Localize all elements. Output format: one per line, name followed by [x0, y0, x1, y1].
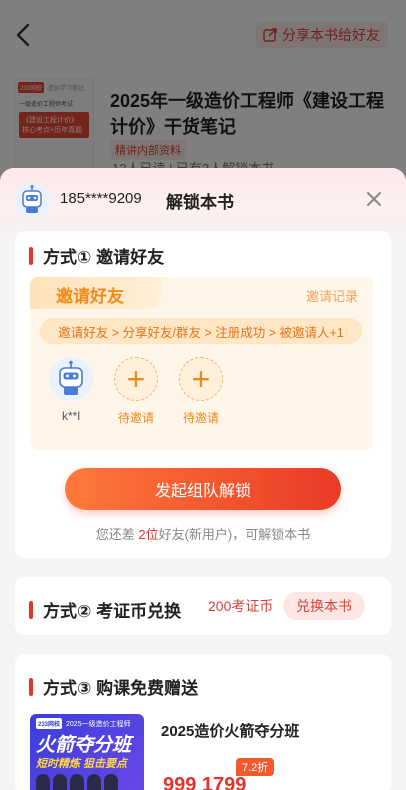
close-icon: [367, 192, 381, 206]
method-coin-card: 方式② 考证币兑换 200考证币 兑换本书: [15, 577, 391, 635]
method1-title: 方式① 邀请好友: [43, 248, 165, 267]
invite-tab: 邀请好友: [30, 277, 162, 309]
sheet-title: 解锁本书: [166, 193, 234, 212]
method2-title: 方式② 考证币兑换: [43, 602, 182, 621]
course-price: 999 1799: [163, 774, 247, 790]
section-marker: [29, 246, 33, 265]
close-button[interactable]: [364, 189, 384, 209]
start-team-unlock-button[interactable]: 发起组队解锁: [65, 468, 341, 510]
method-course-card: 方式③ 购课免费赠送 233网校 2025一级造价工程师 火箭夺分班 短时精炼 狙…: [15, 654, 391, 790]
method-invite-card: 方式① 邀请好友 邀请好友 邀请记录 邀请好友 > 分享好友/群友 > 注册成功…: [15, 231, 391, 558]
invite-slot-empty[interactable]: + 待邀请: [106, 357, 166, 426]
plus-icon[interactable]: +: [114, 357, 158, 401]
robot-avatar-icon: [59, 360, 83, 395]
hint-prefix: 您还差: [95, 527, 135, 542]
slot-waiting-label: 待邀请: [117, 411, 154, 425]
invite-tab-label: 邀请好友: [56, 287, 124, 306]
course-title[interactable]: 2025造价火箭夺分班: [161, 720, 299, 741]
course-image-slogan: 短时精炼 狙击要点: [36, 758, 128, 770]
method1-heading: 方式① 邀请好友: [29, 243, 164, 268]
method3-title: 方式③ 购课免费赠送: [43, 679, 199, 698]
friend-avatar: [49, 357, 93, 401]
course-image[interactable]: 233网校 2025一级造价工程师 火箭夺分班 短时精炼 狙击要点: [30, 714, 144, 790]
hint-count: 2位: [138, 527, 159, 542]
unlock-hint: 您还差 2位好友(新用户)，可解锁本书: [15, 524, 391, 543]
method3-heading: 方式③ 购课免费赠送: [29, 674, 198, 699]
teacher-photos: [36, 774, 118, 790]
section-marker: [29, 600, 33, 619]
invite-record-link[interactable]: 邀请记录: [306, 286, 358, 305]
friend-name: k**l: [61, 409, 80, 423]
course-image-subtitle: 2025一级造价工程师: [66, 720, 131, 728]
method2-heading: 方式② 考证币兑换: [29, 597, 181, 622]
section-marker: [29, 677, 33, 696]
sheet-header: 185****9209 解锁本书: [0, 168, 406, 232]
course-image-title: 火箭夺分班: [36, 735, 132, 756]
plus-icon[interactable]: +: [179, 357, 223, 401]
exchange-book-button[interactable]: 兑换本书: [283, 592, 365, 620]
user-phone: 185****9209: [60, 190, 142, 207]
course-brand: 233网校: [36, 718, 63, 729]
coin-cost: 200考证币: [208, 598, 274, 614]
invite-slot-empty[interactable]: + 待邀请: [171, 357, 231, 426]
invite-slot-joined: k**l: [41, 357, 101, 423]
invite-steps: 邀请好友 > 分享好友/群友 > 注册成功 > 被邀请人+1: [40, 318, 362, 344]
unlock-sheet: 185****9209 解锁本书 方式① 邀请好友 邀请好友 邀请记录 邀请好友…: [0, 168, 406, 790]
hint-suffix: 好友(新用户)，可解锁本书: [158, 527, 311, 542]
slot-waiting-label: 待邀请: [182, 411, 219, 425]
robot-avatar-icon: [22, 185, 42, 213]
user-avatar: [14, 182, 50, 218]
invite-box: 邀请好友 邀请记录 邀请好友 > 分享好友/群友 > 注册成功 > 被邀请人+1…: [30, 277, 374, 450]
